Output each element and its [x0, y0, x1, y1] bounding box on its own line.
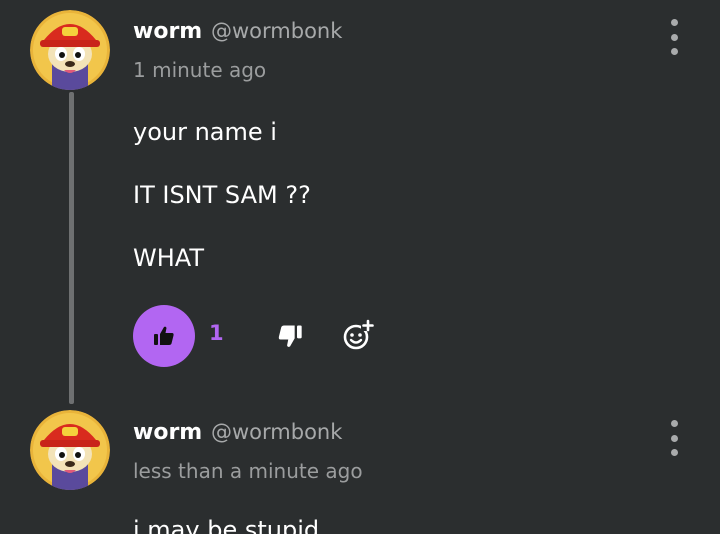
comment-feed: worm @wormbonk 1 minute ago your name i …: [0, 0, 720, 534]
comment-text-line: i may be stupid: [133, 516, 320, 534]
timestamp: 1 minute ago: [133, 58, 267, 82]
username[interactable]: worm: [133, 19, 202, 44]
comment-text-line: IT ISNT SAM ??: [133, 181, 311, 209]
add-reaction-button[interactable]: [341, 318, 375, 352]
avatar[interactable]: [30, 410, 110, 490]
add-reaction-icon: [343, 319, 374, 350]
more-options-icon[interactable]: [664, 420, 684, 456]
thumbs-up-icon: [154, 326, 174, 345]
thread-line: [69, 92, 74, 404]
more-options-icon[interactable]: [664, 19, 684, 55]
username[interactable]: worm: [133, 420, 202, 445]
timestamp: less than a minute ago: [133, 459, 363, 483]
comment-text-line: your name i: [133, 118, 277, 146]
comment-text-line: WHAT: [133, 244, 204, 272]
like-count: 1: [209, 321, 224, 345]
user-handle[interactable]: @wormbonk: [211, 420, 342, 444]
like-button[interactable]: [133, 305, 195, 367]
dislike-button[interactable]: [276, 322, 304, 350]
avatar[interactable]: [30, 10, 110, 90]
user-handle[interactable]: @wormbonk: [211, 19, 342, 43]
thumbs-down-icon: [278, 325, 302, 347]
